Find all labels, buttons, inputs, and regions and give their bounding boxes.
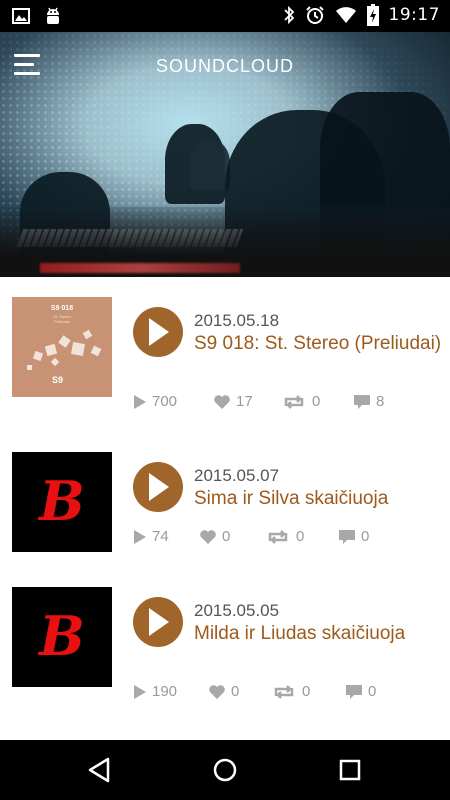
reposts-stat[interactable]: 0: [265, 528, 304, 545]
track-artwork[interactable]: B: [12, 587, 112, 687]
repost-icon: [274, 684, 294, 699]
navigation-bar: [0, 740, 450, 800]
home-icon: [213, 758, 237, 782]
play-icon: [149, 318, 169, 346]
alarm-icon: [305, 6, 324, 24]
track-date: 2015.05.07: [194, 466, 280, 485]
play-count-icon: [134, 684, 146, 699]
play-icon: [149, 473, 169, 501]
likes-stat[interactable]: 0: [208, 683, 239, 700]
battery-charging-icon: [366, 4, 379, 26]
recents-button[interactable]: [330, 755, 370, 785]
heart-icon: [200, 529, 216, 544]
back-icon: [88, 757, 110, 783]
likes-stat[interactable]: 0: [199, 528, 230, 545]
plays-stat: 190: [133, 683, 177, 700]
gallery-notification-icon: [12, 8, 30, 24]
reposts-stat[interactable]: 0: [281, 393, 320, 410]
comments-stat[interactable]: 0: [338, 528, 369, 545]
repost-icon: [284, 394, 304, 409]
track-item[interactable]: B 2015.05.07 Sima ir Silva skaičiuoja 74…: [0, 452, 450, 592]
track-title[interactable]: S9 018: St. Stereo (Preliudai): [194, 331, 444, 357]
plays-stat: 700: [133, 393, 177, 410]
comments-stat[interactable]: 8: [353, 393, 384, 410]
play-icon: [149, 608, 169, 636]
page-title: SOUNDCLOUD: [155, 56, 294, 76]
bluetooth-icon: [283, 5, 294, 25]
comments-stat[interactable]: 0: [345, 683, 376, 700]
play-count-icon: [134, 529, 146, 544]
recents-icon: [339, 759, 361, 781]
play-button[interactable]: [133, 462, 183, 512]
repost-icon: [268, 529, 288, 544]
home-button[interactable]: [205, 755, 245, 785]
comment-icon: [354, 394, 370, 409]
heart-icon: [209, 684, 225, 699]
play-button[interactable]: [133, 597, 183, 647]
android-notification-icon: [47, 7, 59, 24]
track-item[interactable]: S9 018 St. Stereo Preliudai S9 2015.05.18…: [0, 297, 450, 437]
track-artwork[interactable]: B: [12, 452, 112, 552]
reposts-stat[interactable]: 0: [271, 683, 310, 700]
play-button[interactable]: [133, 307, 183, 357]
track-title[interactable]: Milda ir Liudas skaičiuoja: [194, 621, 444, 647]
play-count-icon: [134, 394, 146, 409]
likes-stat[interactable]: 17: [213, 393, 253, 410]
b-logo-image: B: [37, 469, 85, 533]
heart-icon: [214, 394, 230, 409]
track-date: 2015.05.05: [194, 601, 280, 620]
track-title[interactable]: Sima ir Silva skaičiuoja: [194, 486, 444, 512]
plays-stat: 74: [133, 528, 169, 545]
svg-text:B: B: [37, 469, 85, 533]
comment-icon: [346, 684, 362, 699]
track-artwork[interactable]: S9 018 St. Stereo Preliudai S9: [12, 297, 112, 397]
comment-icon: [339, 529, 355, 544]
b-logo-image: B: [37, 604, 85, 668]
status-bar: 19:17: [0, 0, 450, 32]
track-item[interactable]: B 2015.05.05 Milda ir Liudas skaičiuoja …: [0, 587, 450, 727]
svg-text:B: B: [37, 604, 85, 668]
status-time: 19:17: [388, 5, 440, 25]
back-button[interactable]: [80, 755, 120, 785]
wifi-icon: [335, 7, 356, 23]
track-date: 2015.05.18: [194, 311, 280, 330]
